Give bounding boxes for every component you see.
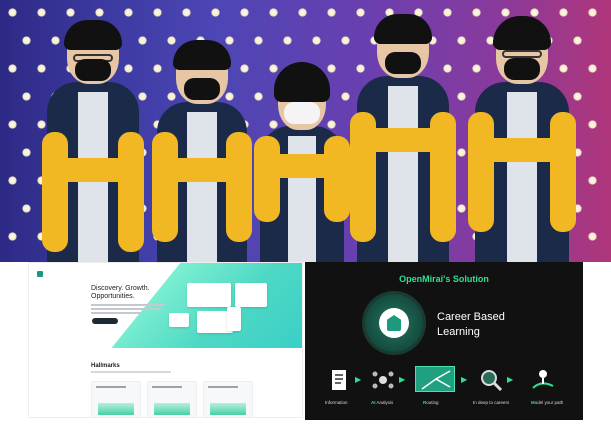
ai-nodes-icon [371, 368, 395, 392]
backdrop-dot [588, 8, 597, 17]
hero-card-chart [187, 283, 231, 307]
person-4 [348, 12, 458, 262]
backdrop-dot [22, 92, 31, 101]
path-pin-icon [531, 368, 555, 392]
hero-headline: Discovery. Growth. Opportunities. [91, 285, 150, 300]
backdrop-dot [588, 176, 597, 185]
backdrop-dot [457, 36, 466, 45]
step-label-ai-analysis: AI Analysis [371, 400, 394, 405]
step-arrow: ▶ [399, 375, 406, 384]
backdrop-dot [457, 204, 466, 213]
mask-icon [184, 78, 220, 100]
backdrop-dot [312, 36, 321, 45]
hero-card-phone [227, 307, 241, 331]
mask-icon [504, 58, 540, 80]
backdrop-dot [153, 8, 162, 17]
backdrop-dot [283, 36, 292, 45]
backdrop-dot [588, 120, 597, 129]
layers-badge-icon [365, 294, 423, 352]
hero-subtext [91, 304, 165, 314]
hallmarks-subtitle [91, 371, 171, 373]
document-icon [327, 368, 351, 392]
step-label-routing: Routing [423, 400, 439, 405]
step-arrow: ▶ [507, 375, 514, 384]
hallmarks-title: Hallmarks [91, 363, 120, 369]
slide-title: OpenMirai's Solution [399, 274, 489, 284]
backdrop-dot [269, 8, 278, 17]
website-preview: Discovery. Growth. Opportunities. Hallma… [28, 262, 303, 418]
backdrop-dot [588, 232, 597, 241]
magnifier-icon [479, 368, 503, 392]
person-2 [148, 40, 256, 262]
group-photo [0, 0, 611, 262]
hallmark-card-2 [147, 381, 197, 417]
backdrop-dot [124, 8, 133, 17]
hallmark-card-3 [203, 381, 253, 417]
backdrop-dot [211, 8, 220, 17]
backdrop-dot [66, 8, 75, 17]
routing-icon [415, 366, 455, 392]
step-label-information: Information [325, 400, 348, 405]
mask-icon [284, 102, 320, 124]
backdrop-dot [22, 148, 31, 157]
backdrop-dot [298, 8, 307, 17]
backdrop-dot [8, 176, 17, 185]
backdrop-dot [37, 8, 46, 17]
person-5 [466, 16, 578, 262]
logo-icon [37, 271, 43, 277]
step-arrow: ▶ [355, 375, 362, 384]
hero-card-small [169, 313, 189, 327]
backdrop-dot [240, 8, 249, 17]
backdrop-dot [8, 8, 17, 17]
backdrop-dot [588, 64, 597, 73]
slide-headline: Career Based Learning [437, 311, 505, 338]
person-1 [38, 20, 148, 262]
backdrop-dot [8, 64, 17, 73]
solution-slide: OpenMirai's Solution Career Based Learni… [305, 262, 583, 420]
hallmark-card-1 [91, 381, 141, 417]
hero-cta-button[interactable] [92, 318, 118, 324]
backdrop-dot [457, 92, 466, 101]
backdrop-dot [8, 120, 17, 129]
step-label-in-deep: In deep to careers [473, 400, 510, 405]
mask-icon [75, 59, 111, 81]
hero-card-video [235, 283, 267, 307]
step-arrow: ▶ [461, 375, 468, 384]
backdrop-dot [8, 232, 17, 241]
backdrop-dot [457, 148, 466, 157]
backdrop-dot [182, 8, 191, 17]
backdrop-dot [22, 204, 31, 213]
mask-icon [385, 52, 421, 74]
person-3 [252, 62, 352, 262]
backdrop-dot [327, 8, 336, 17]
backdrop-dot [22, 36, 31, 45]
step-label-model-path: Model your path [531, 400, 564, 405]
backdrop-dot [95, 8, 104, 17]
